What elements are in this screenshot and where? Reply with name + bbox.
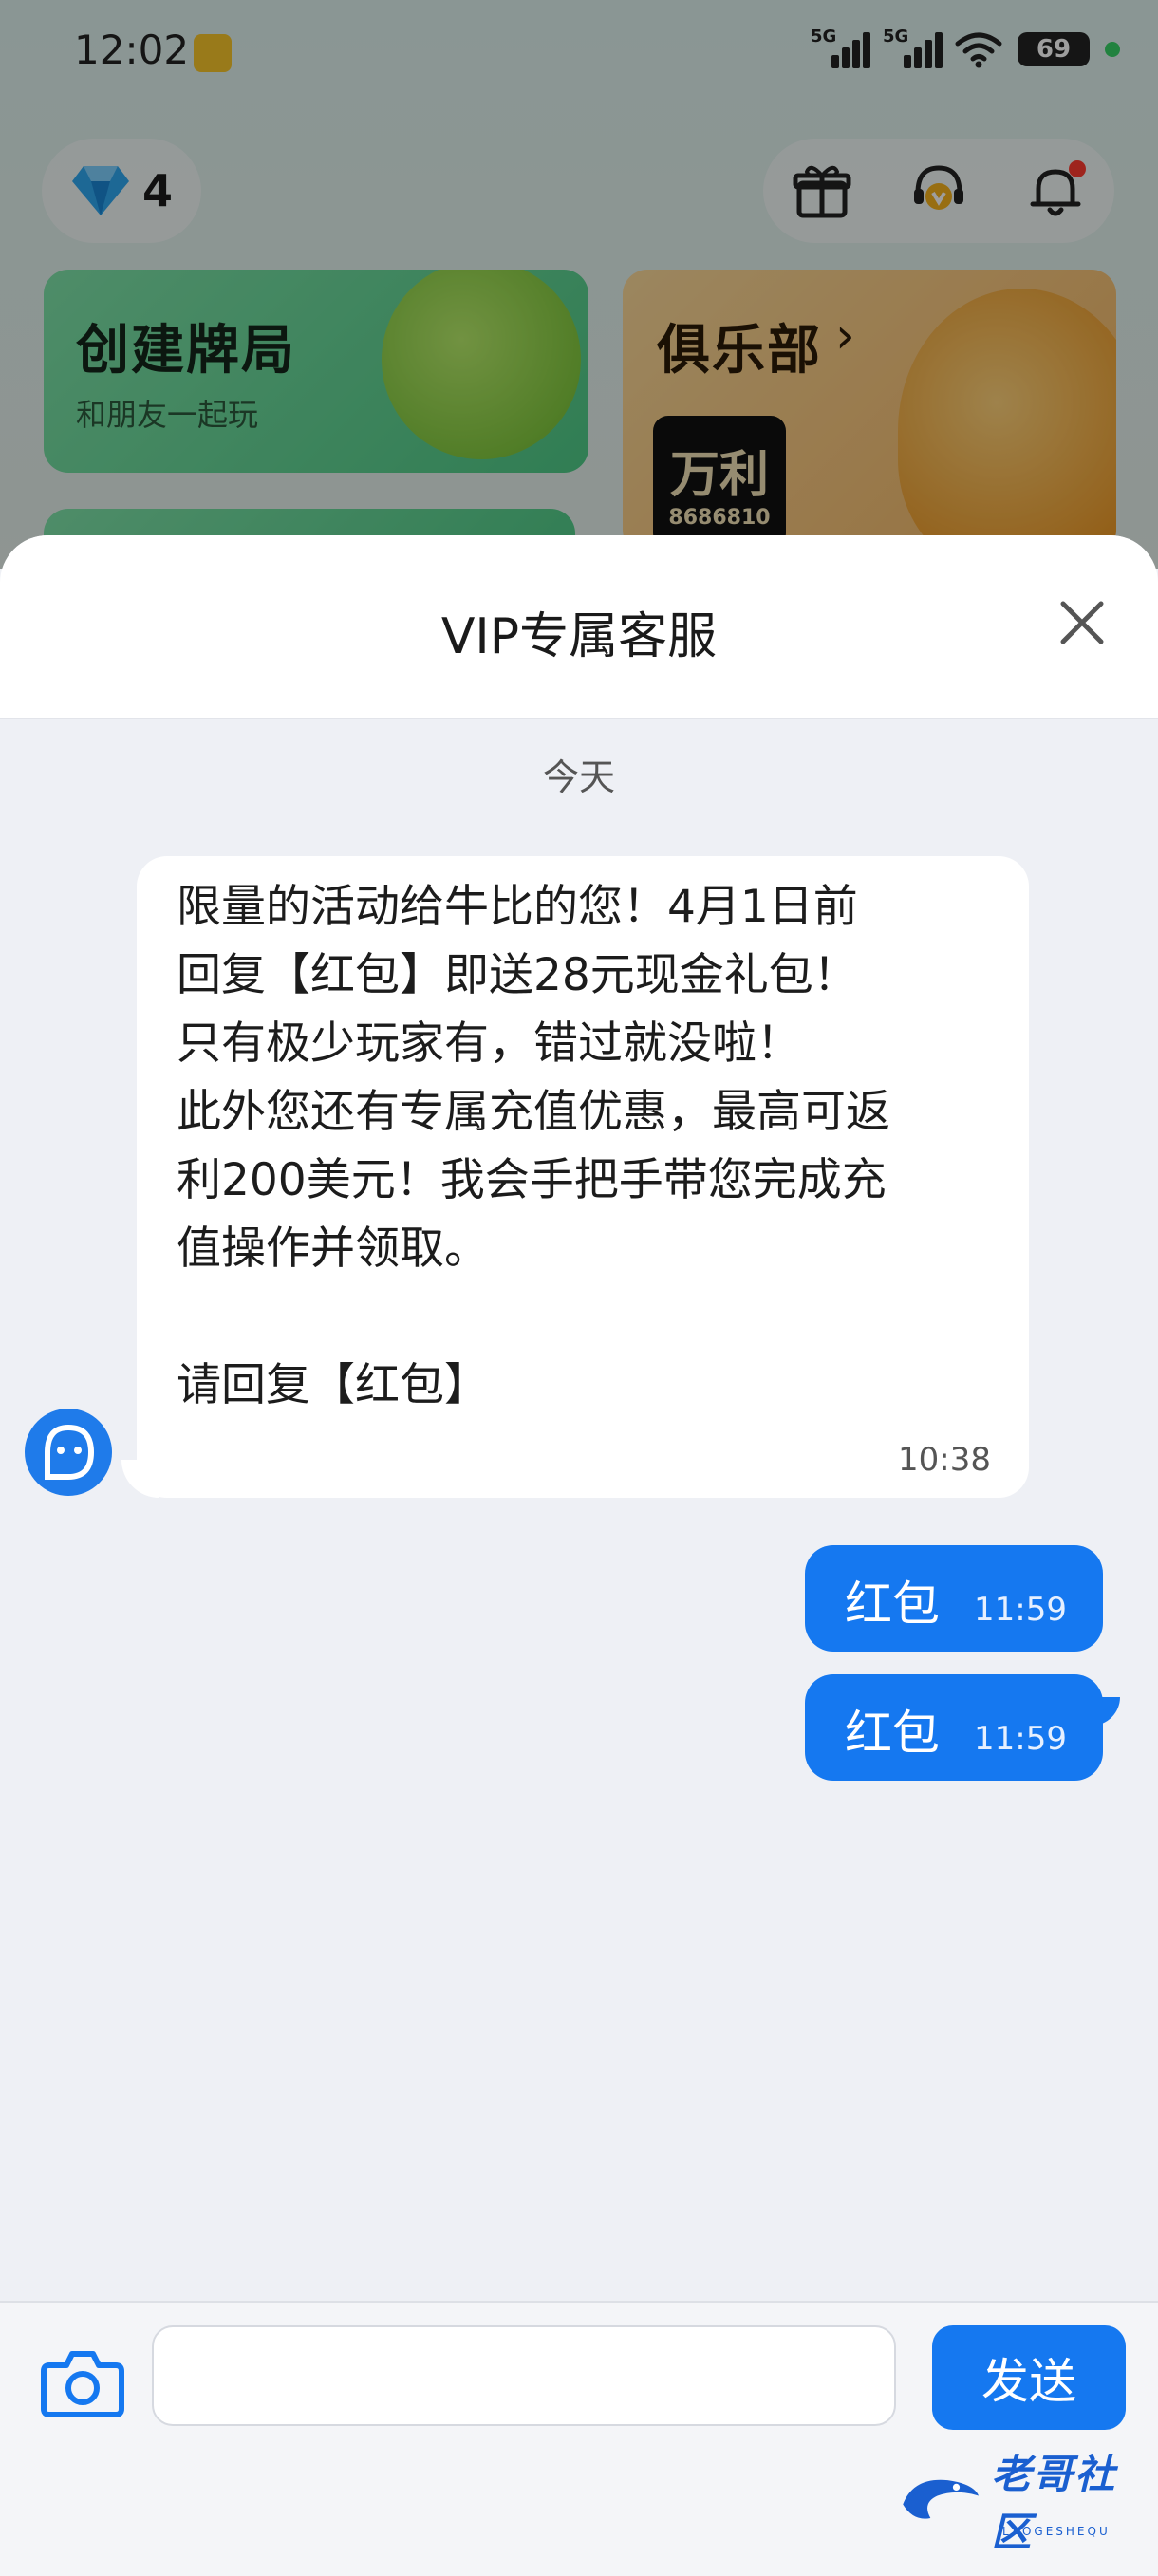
watermark-text: 老哥社区 bbox=[991, 2451, 1117, 2555]
message-input[interactable] bbox=[152, 2325, 896, 2426]
outgoing-message-text: 红包 bbox=[845, 1577, 940, 1632]
outgoing-message-time: 11:59 bbox=[974, 1720, 1067, 1758]
modal-scrim[interactable] bbox=[0, 0, 1158, 569]
outgoing-message-time: 11:59 bbox=[974, 1591, 1067, 1629]
incoming-message-bubble[interactable]: 限量的活动给牛比的您！4月1日前 回复【红包】即送28元现金礼包！ 只有极少玩家… bbox=[137, 856, 1029, 1498]
camera-button[interactable] bbox=[40, 2344, 125, 2420]
outgoing-message-bubble[interactable]: 红包 11:59 bbox=[805, 1545, 1103, 1652]
send-button[interactable]: 发送 bbox=[932, 2325, 1126, 2430]
outgoing-message-bubble[interactable]: 红包 11:59 bbox=[805, 1674, 1103, 1781]
robot-face-icon bbox=[45, 1424, 95, 1480]
close-icon bbox=[1060, 601, 1104, 644]
message-input-bar: 发送 老哥社区 LAOGESHEQU bbox=[0, 2301, 1158, 2576]
camera-icon bbox=[41, 2351, 124, 2417]
incoming-message-text: 限量的活动给牛比的您！4月1日前 回复【红包】即送28元现金礼包！ 只有极少玩家… bbox=[177, 881, 890, 1411]
close-button[interactable] bbox=[1042, 583, 1122, 663]
date-separator: 今天 bbox=[542, 756, 615, 798]
outgoing-message-text: 红包 bbox=[845, 1706, 940, 1761]
dragon-logo-icon bbox=[903, 2479, 980, 2519]
chat-header: VIP专属客服 bbox=[0, 535, 1158, 719]
vip-chat-sheet: VIP专属客服 今天 限量的活动给牛比的您！4月1日前 回复【红包】即送28元现… bbox=[0, 535, 1158, 2574]
chat-title: VIP专属客服 bbox=[440, 608, 718, 665]
watermark-logo: 老哥社区 LAOGESHEQU bbox=[896, 2451, 1143, 2555]
incoming-message-time: 10:38 bbox=[898, 1441, 991, 1479]
watermark-subtext: LAOGESHEQU bbox=[1002, 2525, 1111, 2538]
agent-avatar[interactable] bbox=[25, 1409, 112, 1496]
